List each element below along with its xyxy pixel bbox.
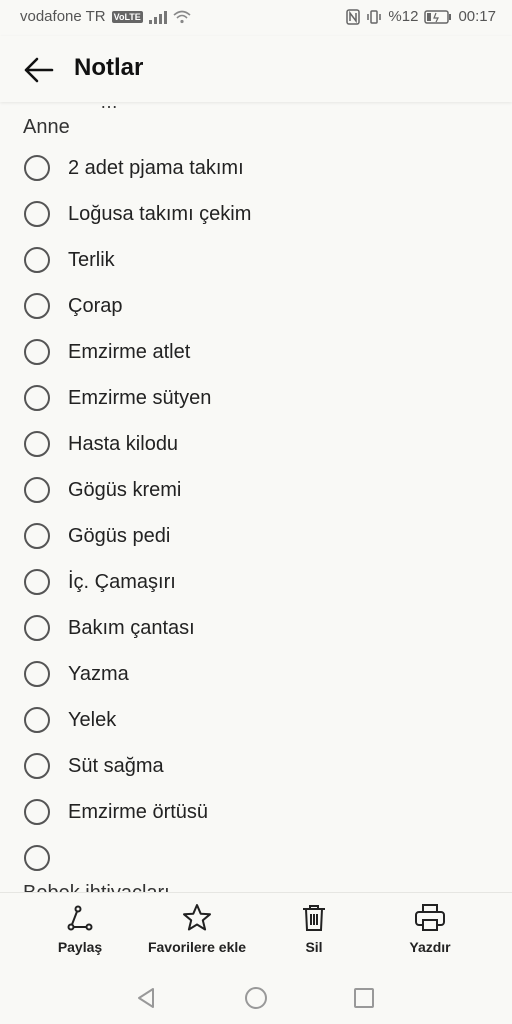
checkbox-circle[interactable] xyxy=(24,661,50,687)
trash-icon xyxy=(303,905,325,931)
share-label: Paylaş xyxy=(57,939,103,955)
checkbox-circle[interactable] xyxy=(24,385,50,411)
checkbox-circle[interactable] xyxy=(24,845,50,871)
battery-percent: %12 xyxy=(388,8,419,25)
checklist-item[interactable] xyxy=(24,838,484,878)
checklist-item-label: Yelek xyxy=(68,708,117,731)
checkbox-circle[interactable] xyxy=(24,155,50,181)
checklist-item[interactable]: Hasta kilodu xyxy=(24,424,484,464)
checklist-item[interactable]: Emzirme sütyen xyxy=(24,378,484,418)
checkbox-circle[interactable] xyxy=(24,293,50,319)
checklist-item[interactable]: Bakım çantası xyxy=(24,608,484,648)
checklist-item[interactable]: Çorap xyxy=(24,286,484,326)
checklist-item[interactable]: Gögüs pedi xyxy=(24,516,484,556)
nav-home-button[interactable] xyxy=(236,980,276,1016)
section-title-anne: Anne xyxy=(23,116,70,138)
checkbox-circle[interactable] xyxy=(24,799,50,825)
app-header: Notlar xyxy=(0,36,512,102)
checklist-item[interactable]: Terlik xyxy=(24,240,484,280)
battery-icon xyxy=(424,9,452,24)
wifi-icon xyxy=(173,10,191,23)
checklist-item-label: İç. Çamaşırı xyxy=(68,570,176,593)
checkbox-circle[interactable] xyxy=(24,523,50,549)
share-icon xyxy=(67,905,93,931)
square-recents-icon xyxy=(354,988,374,1008)
triangle-back-icon xyxy=(138,988,154,1008)
system-nav-bar xyxy=(0,970,512,1024)
checklist-item[interactable]: Yazma xyxy=(24,654,484,694)
print-label: Yazdır xyxy=(409,939,451,955)
checklist-item[interactable]: Gögüs kremi xyxy=(24,470,484,510)
checklist-item[interactable]: Süt sağma xyxy=(24,746,484,786)
clock: 00:17 xyxy=(458,8,496,25)
arrow-left-icon xyxy=(24,57,54,83)
checklist-item-label: Loğusa takımı çekim xyxy=(68,202,252,225)
favorite-label: Favorilere ekle xyxy=(147,939,247,955)
circle-home-icon xyxy=(245,987,267,1009)
checklist-item-label: Emzirme atlet xyxy=(68,340,191,363)
checkbox-circle[interactable] xyxy=(24,707,50,733)
checkbox-circle[interactable] xyxy=(24,615,50,641)
checklist-item-label: Gögüs kremi xyxy=(68,478,182,501)
volte-badge: VoLTE xyxy=(111,10,143,23)
checkbox-circle[interactable] xyxy=(24,339,50,365)
checklist-item[interactable]: Yelek xyxy=(24,700,484,740)
note-content[interactable]: … Anne 2 adet pjama takımı Loğusa takımı … xyxy=(0,102,512,892)
checklist-item-label: Gögüs pedi xyxy=(68,524,171,547)
star-icon xyxy=(183,904,211,931)
checklist-item-label: Süt sağma xyxy=(68,754,164,777)
page-title: Notlar xyxy=(74,54,144,81)
nav-back-button[interactable] xyxy=(126,980,166,1016)
checklist-item[interactable]: 2 adet pjama takımı xyxy=(24,148,484,188)
checkbox-circle[interactable] xyxy=(24,569,50,595)
checkbox-circle[interactable] xyxy=(24,477,50,503)
checkbox-circle[interactable] xyxy=(24,201,50,227)
checklist-item-label: Bakım çantası xyxy=(68,616,195,639)
checklist-item[interactable]: Emzirme atlet xyxy=(24,332,484,372)
checklist-item-label: Terlik xyxy=(68,248,115,271)
nfc-icon xyxy=(346,8,361,25)
checklist-item[interactable]: İç. Çamaşırı xyxy=(24,562,484,602)
checkbox-circle[interactable] xyxy=(24,431,50,457)
checkbox-circle[interactable] xyxy=(24,753,50,779)
section-title-bebek: Bebek ihtiyaçları xyxy=(23,882,170,892)
checklist-item-label: Emzirme örtüsü xyxy=(68,800,209,823)
favorite-button[interactable]: Favorilere ekle xyxy=(137,903,257,955)
printer-icon xyxy=(415,904,445,931)
checklist-item-label: Çorap xyxy=(68,294,123,317)
vibrate-icon xyxy=(367,9,382,24)
signal-icon xyxy=(148,10,167,24)
print-button[interactable]: Yazdır xyxy=(370,903,490,955)
bottom-toolbar: Paylaş Favorilere ekle Sil Yazdır xyxy=(0,892,512,971)
share-button[interactable]: Paylaş xyxy=(20,903,140,955)
delete-label: Sil xyxy=(305,939,323,955)
checklist-item[interactable]: Emzirme örtüsü xyxy=(24,792,484,832)
checklist-item-label: Emzirme sütyen xyxy=(68,386,212,409)
checklist-item-label: 2 adet pjama takımı xyxy=(68,156,244,179)
checklist-item-label: Hasta kilodu xyxy=(68,432,179,455)
checklist-item[interactable]: Loğusa takımı çekim xyxy=(24,194,484,234)
checkbox-circle[interactable] xyxy=(24,247,50,273)
carrier-name: vodafone TR xyxy=(20,8,106,25)
delete-button[interactable]: Sil xyxy=(254,903,374,955)
checklist-item-label: Yazma xyxy=(68,662,129,685)
back-button[interactable] xyxy=(22,53,58,87)
nav-recents-button[interactable] xyxy=(344,980,384,1016)
status-bar: vodafone TR VoLTE %12 00:17 xyxy=(0,0,512,36)
partial-text-top: … xyxy=(100,102,118,112)
